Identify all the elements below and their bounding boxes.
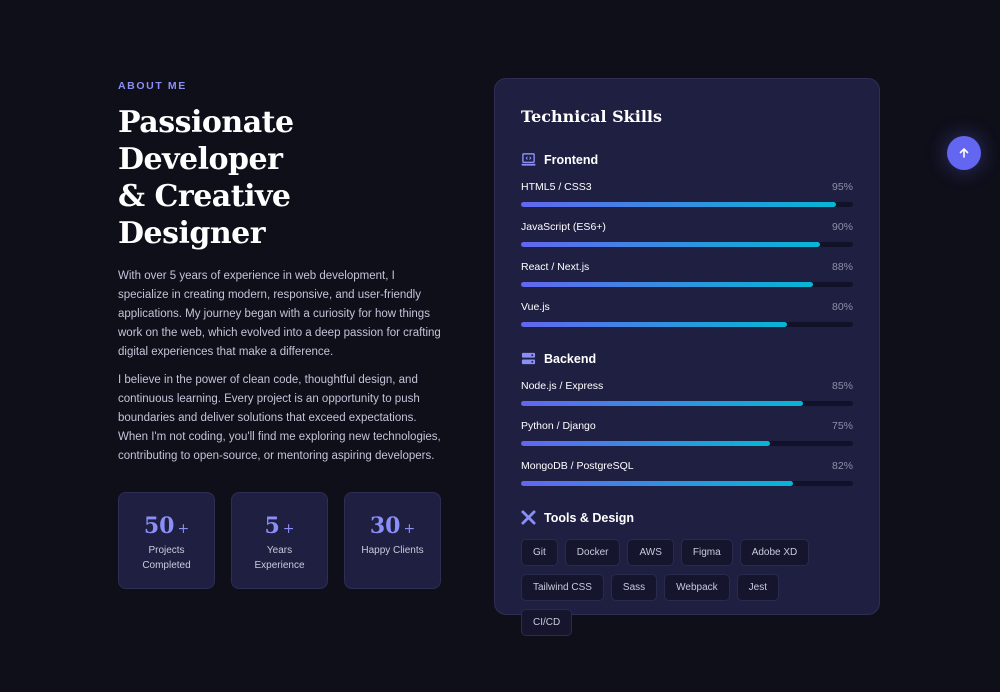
skill-progress-fill — [521, 242, 820, 247]
skill-item: MongoDB / PostgreSQL 82% — [521, 460, 853, 486]
skill-item: Node.js / Express 85% — [521, 380, 853, 406]
skill-progress-track — [521, 282, 853, 287]
skill-percent: 82% — [831, 460, 853, 472]
page-title: Passionate Developer & Creative Designer — [118, 104, 443, 252]
frontend-skill-list: HTML5 / CSS3 95% JavaScript (ES6+) 90% React… — [521, 181, 853, 327]
stats-row: 50 + Projects Completed 5 + Years Experience… — [118, 492, 443, 589]
skill-item: JavaScript (ES6+) 90% — [521, 221, 853, 247]
stat-label: Projects Completed — [142, 545, 191, 571]
category-tools: Tools & Design — [521, 510, 853, 525]
skill-name: Python / Django — [521, 420, 596, 432]
arrow-up-icon — [959, 147, 969, 158]
category-label: Tools & Design — [544, 510, 635, 525]
skill-name: HTML5 / CSS3 — [521, 181, 592, 193]
section-eyebrow: ABOUT ME — [118, 80, 187, 92]
tool-tag: Adobe XD — [739, 539, 810, 566]
skill-progress-track — [521, 202, 853, 207]
skill-progress-track — [521, 441, 853, 446]
tools-icon — [521, 510, 536, 525]
category-frontend: Frontend — [521, 152, 853, 167]
laptop-code-icon — [521, 153, 536, 166]
skill-name: Vue.js — [521, 301, 550, 313]
stat-number: 30 + — [369, 513, 416, 539]
skill-percent: 95% — [831, 181, 853, 193]
title-line-1: Passionate Developer — [118, 105, 294, 177]
stat-number: 5 + — [264, 513, 295, 539]
skill-percent: 75% — [831, 420, 853, 432]
stat-label: Years Experience — [254, 545, 305, 571]
about-paragraph-1: With over 5 years of experience in web d… — [118, 270, 441, 358]
skill-percent: 80% — [831, 301, 853, 313]
skill-percent: 88% — [831, 261, 853, 273]
technical-skills-card: Technical Skills Frontend HTML5 / CSS3 95… — [494, 78, 880, 636]
skill-item: HTML5 / CSS3 95% — [521, 181, 853, 207]
stat-number: 50 + — [143, 513, 190, 539]
tool-tag: Git — [521, 539, 558, 566]
skill-progress-fill — [521, 202, 837, 207]
skill-percent: 90% — [831, 221, 853, 233]
tool-tag: CI/CD — [521, 609, 573, 636]
tool-tag: Jest — [736, 574, 780, 601]
skill-progress-track — [521, 242, 853, 247]
skill-progress-fill — [521, 282, 814, 287]
skill-progress-fill — [521, 401, 804, 406]
skill-progress-fill — [521, 441, 770, 446]
stat-card-clients: 30 + Happy Clients — [344, 492, 441, 589]
about-section: ABOUT ME Passionate Developer & Creative … — [118, 80, 443, 589]
category-label: Backend — [544, 351, 597, 366]
scroll-to-top-button[interactable] — [947, 136, 981, 170]
about-paragraph-2: I believe in the power of clean code, th… — [118, 374, 441, 462]
category-backend: Backend — [521, 351, 853, 366]
category-label: Frontend — [544, 152, 599, 167]
tool-tag: Sass — [610, 574, 658, 601]
tool-tag: Webpack — [664, 574, 730, 601]
skill-percent: 85% — [831, 380, 853, 392]
skill-name: React / Next.js — [521, 261, 590, 273]
skill-progress-track — [521, 322, 853, 327]
skill-name: MongoDB / PostgreSQL — [521, 460, 634, 472]
skill-name: Node.js / Express — [521, 380, 604, 392]
skill-name: JavaScript (ES6+) — [521, 221, 606, 233]
skill-item: React / Next.js 88% — [521, 261, 853, 287]
tools-tag-list: Git Docker AWS Figma Adobe XD Tailwind CSS Sas… — [521, 539, 821, 636]
skill-progress-track — [521, 401, 853, 406]
tool-tag: AWS — [627, 539, 674, 566]
skill-item: Vue.js 80% — [521, 301, 853, 327]
skill-item: Python / Django 75% — [521, 420, 853, 446]
stat-label: Happy Clients — [361, 545, 424, 556]
skill-progress-track — [521, 481, 853, 486]
skill-progress-fill — [521, 322, 787, 327]
skill-progress-fill — [521, 481, 794, 486]
title-line-2: & Creative Designer — [118, 179, 291, 251]
tool-tag: Figma — [680, 539, 733, 566]
stat-card-projects: 50 + Projects Completed — [118, 492, 215, 589]
skills-title: Technical Skills — [521, 107, 662, 126]
tool-tag: Tailwind CSS — [521, 574, 604, 601]
server-icon — [521, 352, 536, 365]
tool-tag: Docker — [564, 539, 621, 566]
backend-skill-list: Node.js / Express 85% Python / Django 75% Mo… — [521, 380, 853, 486]
stat-card-years: 5 + Years Experience — [231, 492, 328, 589]
